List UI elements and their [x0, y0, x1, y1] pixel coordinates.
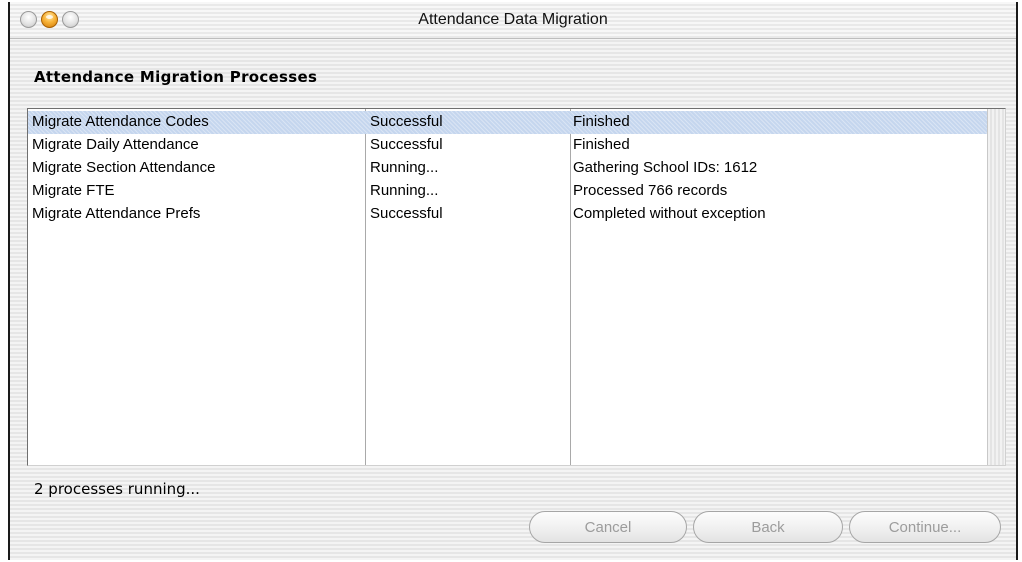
cancel-button[interactable]: Cancel: [529, 511, 687, 543]
process-details-cell: Processed 766 records: [573, 182, 728, 199]
process-name-cell: Migrate Attendance Codes: [32, 113, 209, 130]
process-details-cell: Completed without exception: [573, 205, 766, 222]
process-name-cell: Migrate Attendance Prefs: [32, 205, 201, 222]
vertical-scrollbar[interactable]: [987, 109, 1005, 465]
status-message: 2 processes running...: [34, 480, 200, 498]
process-details-cell: Gathering School IDs: 1612: [573, 159, 758, 176]
process-status-cell: Successful: [370, 113, 443, 130]
process-status-cell: Running...: [370, 182, 439, 199]
table-row[interactable]: Migrate Attendance Codes Successful Fini…: [28, 111, 987, 134]
continue-button[interactable]: Continue...: [849, 511, 1001, 543]
process-name-cell: Migrate FTE: [32, 182, 115, 199]
table-row[interactable]: Migrate FTE Running... Processed 766 rec…: [28, 180, 987, 203]
back-button[interactable]: Back: [693, 511, 843, 543]
section-heading: Attendance Migration Processes: [34, 68, 318, 86]
title-bar[interactable]: Attendance Data Migration: [10, 2, 1016, 39]
process-status-cell: Successful: [370, 136, 443, 153]
table-row[interactable]: Migrate Daily Attendance Successful Fini…: [28, 134, 987, 157]
process-name-cell: Migrate Daily Attendance: [32, 136, 199, 153]
process-status-cell: Running...: [370, 159, 439, 176]
window-title: Attendance Data Migration: [418, 11, 608, 28]
table-row[interactable]: Migrate Attendance Prefs Successful Comp…: [28, 203, 987, 226]
process-details-cell: Finished: [573, 113, 630, 130]
table-row[interactable]: Migrate Section Attendance Running... Ga…: [28, 157, 987, 180]
process-name-cell: Migrate Section Attendance: [32, 159, 216, 176]
process-rows: Migrate Attendance Codes Successful Fini…: [28, 111, 987, 226]
process-details-cell: Finished: [573, 136, 630, 153]
process-status-cell: Successful: [370, 205, 443, 222]
process-table: Migrate Attendance Codes Successful Fini…: [27, 108, 1006, 466]
migration-window: Attendance Data Migration Attendance Mig…: [8, 2, 1018, 560]
